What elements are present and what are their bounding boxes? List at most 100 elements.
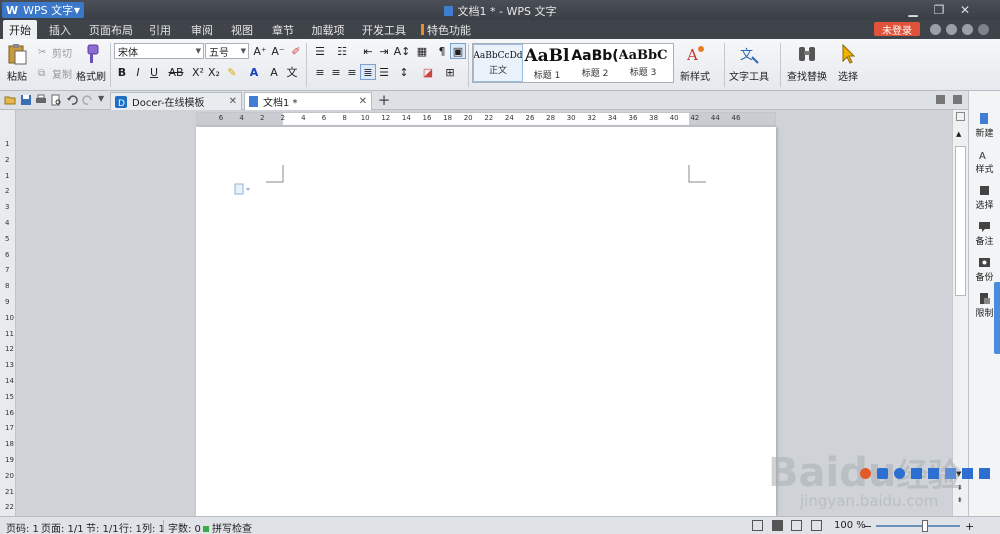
undo-icon[interactable] [66, 94, 78, 106]
grow-font-icon[interactable]: A⁺ [252, 43, 268, 59]
print-preview-icon[interactable] [50, 94, 62, 106]
document-page[interactable] [196, 127, 776, 516]
ime-skin-icon[interactable] [962, 467, 973, 479]
text-tools-button[interactable]: 文 文字工具 [729, 43, 769, 83]
format-painter-button[interactable]: 格式刷 [76, 43, 106, 83]
align-left-icon[interactable]: ≡ [312, 64, 328, 80]
new-style-button[interactable]: A 新样式 [680, 43, 710, 83]
pane-option-icon[interactable] [936, 95, 945, 104]
numbering-icon[interactable]: ☷ [334, 43, 350, 59]
ime-punct-icon[interactable] [911, 467, 922, 479]
pane-close-icon[interactable] [953, 95, 962, 104]
select-button[interactable]: 选择 [837, 43, 859, 83]
ime-moon-icon[interactable] [894, 467, 905, 479]
login-button[interactable]: 未登录 [874, 22, 920, 37]
clear-format-icon[interactable]: ✐ [288, 43, 304, 59]
panel-comment-button[interactable]: 备注 [969, 221, 1000, 247]
minimize-button[interactable]: ▁ [900, 0, 926, 20]
web-view-icon[interactable] [811, 520, 822, 531]
shading-icon[interactable]: ◪ [420, 64, 436, 80]
tab-addins[interactable]: 加载项 [306, 20, 350, 39]
save-icon[interactable] [20, 94, 32, 106]
font-color-icon[interactable]: A [246, 64, 262, 80]
tab-chapter[interactable]: 章节 [266, 20, 300, 39]
tab-review[interactable]: 审阅 [185, 20, 219, 39]
tab-insert[interactable]: 插入 [43, 20, 77, 39]
scrollbar-thumb[interactable] [955, 146, 966, 296]
panel-select-button[interactable]: 选择 [969, 185, 1000, 211]
wps-menu-button[interactable]: W WPS 文字 ▼ [2, 2, 84, 18]
tab-document1[interactable]: 文档1 * ✕ [244, 92, 372, 110]
highlight-icon[interactable]: ✎ [224, 64, 240, 80]
align-right-icon[interactable]: ≡ [344, 64, 360, 80]
find-replace-button[interactable]: 查找替换 [787, 43, 827, 83]
underline-icon[interactable]: U [146, 64, 162, 80]
new-tab-button[interactable]: + [376, 91, 392, 109]
font-size-select[interactable]: 五号 ▼ [205, 43, 249, 59]
zoom-slider[interactable] [876, 525, 960, 527]
tab-home[interactable]: 开始 [3, 20, 37, 39]
spell-check-button[interactable]: 拼写检查 [203, 520, 252, 534]
subscript-icon[interactable]: X₂ [206, 64, 222, 80]
panel-style-button[interactable]: A 样式 [969, 149, 1000, 175]
panel-backup-button[interactable]: 备份 [969, 257, 1000, 283]
outline-view-icon[interactable] [791, 520, 802, 531]
distribute-icon[interactable]: ☰ [376, 64, 392, 80]
tab-developer[interactable]: 开发工具 [359, 20, 409, 39]
cut-button[interactable]: ✂ 剪切 [38, 45, 72, 60]
style-heading-2[interactable]: AaBb(标题 2 [571, 44, 619, 82]
close-tab-icon[interactable]: ✕ [229, 96, 237, 107]
restore-button[interactable]: ❐ [926, 0, 952, 20]
copy-button[interactable]: ⧉ 复制 [38, 66, 72, 81]
line-spacing-icon[interactable]: ↕ [396, 64, 412, 80]
show-marks-icon[interactable]: ¶ [434, 43, 450, 59]
ribbon-collapse-icon[interactable] [978, 24, 989, 35]
bullets-icon[interactable]: ☰ [312, 43, 328, 59]
style-heading-3[interactable]: AaBbC 标题 3 [619, 44, 667, 82]
close-tab-icon[interactable]: ✕ [359, 96, 367, 107]
strikethrough-icon[interactable]: AB [166, 64, 186, 80]
customize-quick-access-icon[interactable]: ▼ [98, 94, 110, 106]
tab-page-layout[interactable]: 页面布局 [86, 20, 136, 39]
superscript-icon[interactable]: X² [190, 64, 206, 80]
table-icon[interactable]: ▦ [414, 43, 430, 59]
show-hide-icon[interactable]: ▣ [450, 43, 466, 59]
font-family-select[interactable]: 宋体 ▼ [114, 43, 204, 59]
italic-icon[interactable]: I [130, 64, 146, 80]
bold-icon[interactable]: B [114, 64, 130, 80]
tab-docer-templates[interactable]: D Docer-在线模板 ✕ [110, 92, 242, 110]
panel-collapse-handle[interactable] [994, 282, 1000, 354]
ime-user-icon[interactable] [945, 467, 956, 479]
style-heading-1[interactable]: AaBl 标题 1 [523, 44, 571, 82]
focus-mode-icon[interactable] [752, 520, 763, 531]
borders-icon[interactable]: ⊞ [442, 64, 458, 80]
page-view-icon[interactable] [772, 520, 783, 531]
tab-special-features[interactable]: 特色功能 [420, 20, 472, 39]
skin-icon[interactable] [930, 24, 941, 35]
help-icon[interactable] [962, 24, 973, 35]
panel-new-button[interactable]: 新建 [969, 113, 1000, 139]
open-folder-icon[interactable] [4, 94, 16, 106]
split-view-icon[interactable] [956, 112, 965, 121]
status-word-count[interactable]: 字数: 0 [168, 520, 201, 534]
ime-keyboard-icon[interactable] [928, 467, 939, 479]
paragraph-layout-icon[interactable] [234, 183, 252, 195]
justify-icon[interactable]: ≣ [360, 64, 376, 80]
tab-view[interactable]: 视图 [225, 20, 259, 39]
shrink-font-icon[interactable]: A⁻ [270, 43, 286, 59]
increase-indent-icon[interactable]: ⇥ [376, 43, 392, 59]
decrease-indent-icon[interactable]: ⇤ [360, 43, 376, 59]
zoom-level[interactable]: 100 % [834, 520, 866, 531]
tab-references[interactable]: 引用 [143, 20, 177, 39]
paste-button[interactable]: 粘贴 [6, 43, 28, 83]
phonetic-guide-icon[interactable]: 文 [284, 64, 300, 80]
align-center-icon[interactable]: ≡ [328, 64, 344, 80]
feedback-icon[interactable] [946, 24, 957, 35]
zoom-in-icon[interactable]: + [965, 520, 974, 533]
char-shading-icon[interactable]: A [266, 64, 282, 80]
style-normal[interactable]: AaBbCcDd 正文 [473, 44, 523, 82]
print-icon[interactable] [35, 94, 47, 106]
zoom-out-icon[interactable]: − [863, 520, 872, 533]
next-page-icon[interactable]: ⇟ [957, 496, 963, 504]
ime-lang-icon[interactable] [877, 467, 888, 479]
